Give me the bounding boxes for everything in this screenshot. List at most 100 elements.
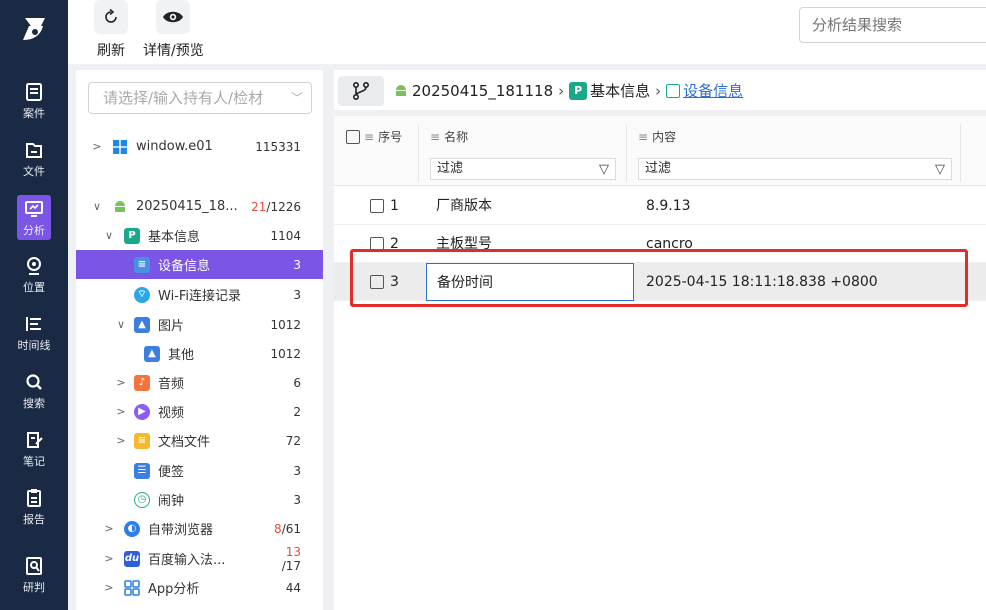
column-menu-icon[interactable]: ≡ xyxy=(638,130,648,144)
apps-icon xyxy=(124,579,140,596)
name-filter-input[interactable]: 过滤 ▽ xyxy=(430,158,616,180)
tree-item-label: Wi-Fi连接记录 xyxy=(158,289,242,304)
tree-item-count: 6 xyxy=(293,375,301,390)
header-content[interactable]: ≡ 内容 xyxy=(638,128,676,145)
tree-item-wifi[interactable]: ⌔ Wi-Fi连接记录 3 xyxy=(76,280,323,309)
wifi-icon: ⌔ xyxy=(134,286,150,303)
highlight-annotation-box xyxy=(350,249,968,307)
row-name: 厂商版本 xyxy=(436,198,492,214)
refresh-button[interactable]: 刷新 xyxy=(94,0,128,60)
app-logo xyxy=(0,0,68,58)
tree-item-app-analysis[interactable]: > App分析 44 xyxy=(76,573,323,602)
nav-label: 时间线 xyxy=(17,338,51,352)
nav-label: 分析 xyxy=(23,223,45,237)
nav-label: 报告 xyxy=(23,512,45,526)
holder-select[interactable]: 请选择/输入持有人/检材 ﹀ xyxy=(88,82,312,114)
content-filter-input[interactable]: 过滤 ▽ xyxy=(638,158,952,180)
tree-item-label: 音频 xyxy=(158,377,185,392)
tree-item-label: 百度输入法... xyxy=(148,553,226,568)
nav-label: 位置 xyxy=(23,280,45,294)
table-row[interactable]: 1 厂商版本 8.9.13 xyxy=(334,187,986,225)
nav-item-location[interactable]: 位置 xyxy=(0,246,68,304)
select-all-checkbox[interactable] xyxy=(346,129,360,144)
tree-item-count: 1104 xyxy=(270,228,301,243)
timeline-icon xyxy=(26,316,41,331)
nav-item-timeline[interactable]: 时间线 xyxy=(0,304,68,362)
tree-item-count: 115331 xyxy=(255,139,301,154)
tree-item-count: 3 xyxy=(293,257,301,272)
chevron-right-icon: > xyxy=(116,376,126,389)
breadcrumb-current[interactable]: 设备信息 xyxy=(683,80,743,101)
tree-item-video[interactable]: > ▶ 视频 2 xyxy=(76,397,323,426)
tree-item-label: 图片 xyxy=(158,319,185,334)
tree-item-count: 8/61 xyxy=(263,522,323,536)
chevron-down-icon: ﹀ xyxy=(290,91,303,105)
row-index: 1 xyxy=(390,198,399,214)
nav-item-analysis[interactable]: 分析 xyxy=(0,188,68,246)
tree-item-label: 视频 xyxy=(158,406,185,421)
tree-item-window[interactable]: > window.e01 115331 xyxy=(76,132,323,161)
android-icon xyxy=(112,199,128,215)
chevron-right-icon: > xyxy=(116,434,126,447)
header-name[interactable]: ≡ 名称 xyxy=(430,128,468,145)
nav-item-notes[interactable]: 笔记 xyxy=(0,420,68,478)
nav-item-report[interactable]: 报告 xyxy=(0,478,68,536)
breadcrumb-section[interactable]: 基本信息 xyxy=(590,80,650,101)
nav-item-file[interactable]: 文件 xyxy=(0,130,68,188)
filter-icon[interactable]: ▽ xyxy=(935,160,945,180)
row-checkbox[interactable] xyxy=(370,199,384,213)
case-icon xyxy=(26,82,42,101)
tree-item-images[interactable]: ∨ ▲ 图片 1012 xyxy=(76,310,323,339)
tree-item-count: 2 xyxy=(293,404,301,419)
tree-item-baidu-ime[interactable]: > du 百度输入法... 13 /17 xyxy=(76,544,323,573)
header-index[interactable]: ≡ 序号 xyxy=(346,128,402,145)
folder-icon xyxy=(26,142,42,158)
header-content-label: 内容 xyxy=(652,130,677,144)
tree-item-device-info[interactable]: ≡ 设备信息 3 xyxy=(76,250,323,279)
breadcrumb-separator: › xyxy=(655,81,662,100)
breadcrumb-device[interactable]: 20250415_181118 xyxy=(412,82,553,100)
tree-item-memo[interactable]: ☰ 便签 3 xyxy=(76,456,323,485)
nav-active-highlight: 分析 xyxy=(17,194,51,240)
nav-label: 研判 xyxy=(23,580,45,594)
filter-icon[interactable]: ▽ xyxy=(599,160,609,180)
chevron-right-icon: > xyxy=(104,581,114,594)
nav-item-judge[interactable]: 研判 xyxy=(0,546,68,604)
tree-item-count: 44 xyxy=(285,580,301,595)
judge-icon xyxy=(26,556,42,575)
tree-item-documents[interactable]: > ≡ 文档文件 72 xyxy=(76,426,323,455)
tree-item-count: 72 xyxy=(285,433,301,448)
nav-label: 搜索 xyxy=(23,396,45,410)
tree-item-audio[interactable]: > ♪ 音频 6 xyxy=(76,368,323,397)
filter-label: 过滤 xyxy=(645,161,672,176)
tree-item-count-red: 21 xyxy=(251,199,267,214)
document-icon: ≡ xyxy=(134,432,150,449)
baidu-icon: du xyxy=(124,550,140,567)
android-icon xyxy=(396,84,406,96)
preview-button[interactable]: 详情/预览 xyxy=(143,0,204,60)
tree-item-alarm[interactable]: ◷ 闹钟 3 xyxy=(76,485,323,514)
tree-item-device[interactable]: ∨ 20250415_18... 21/1226 xyxy=(76,192,323,221)
tree-item-label: 便签 xyxy=(158,465,185,480)
tree-item-browser[interactable]: > ◐ 自带浏览器 8/61 xyxy=(76,514,323,543)
refresh-icon xyxy=(94,0,128,34)
column-divider xyxy=(960,124,961,182)
preview-label: 详情/预览 xyxy=(143,43,204,59)
nav-item-case[interactable]: 案件 xyxy=(0,72,68,130)
column-menu-icon[interactable]: ≡ xyxy=(364,130,374,144)
result-search-input[interactable] xyxy=(799,7,986,43)
tree-item-count: 1012 xyxy=(270,317,301,332)
nav-label: 文件 xyxy=(23,164,45,178)
basic-info-icon: P xyxy=(124,227,140,244)
chevron-right-icon: > xyxy=(92,140,102,153)
holder-select-placeholder: 请选择/输入持有人/检材 xyxy=(103,89,264,107)
device-info-icon xyxy=(666,83,681,98)
chevron-right-icon: > xyxy=(104,522,114,535)
header-index-label: 序号 xyxy=(378,130,403,144)
top-toolbar: 刷新 详情/预览 xyxy=(68,0,986,64)
nav-item-search[interactable]: 搜索 xyxy=(0,362,68,420)
branch-button[interactable] xyxy=(338,76,384,106)
column-menu-icon[interactable]: ≡ xyxy=(430,130,440,144)
tree-item-basic-info[interactable]: ∨ P 基本信息 1104 xyxy=(76,221,323,250)
tree-item-images-other[interactable]: ▲ 其他 1012 xyxy=(76,339,323,368)
